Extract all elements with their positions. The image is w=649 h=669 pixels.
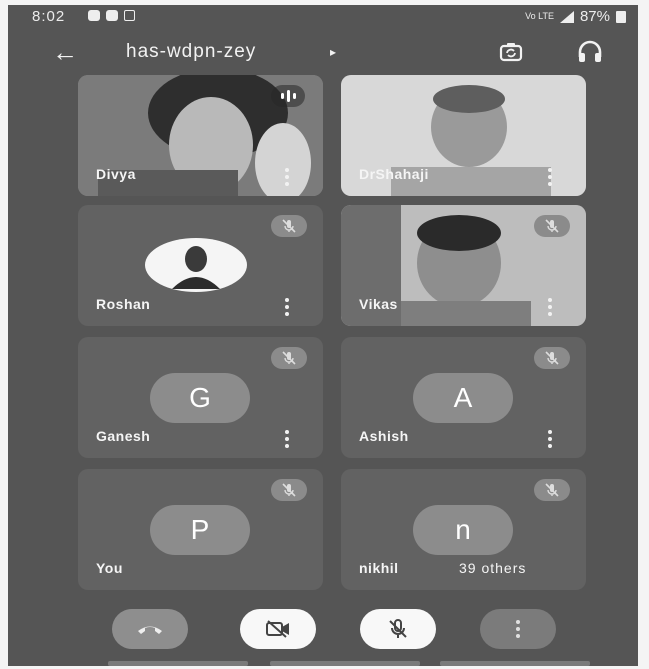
participant-tile-roshan[interactable]: Roshan (78, 205, 323, 326)
participant-menu-icon[interactable] (548, 430, 552, 448)
muted-mic-icon (534, 215, 570, 237)
end-call-icon (138, 626, 162, 634)
muted-mic-icon (271, 215, 307, 237)
participant-tile-vikas[interactable]: Vikas (341, 205, 586, 326)
nav-bar-segment (108, 661, 248, 666)
message-notification-icon (106, 10, 118, 21)
call-header: ← has-wdpn-zey ▸ (8, 33, 638, 73)
participant-menu-icon[interactable] (548, 168, 552, 186)
speaking-indicator-icon (271, 85, 305, 107)
meeting-code[interactable]: has-wdpn-zey (126, 41, 256, 63)
participant-name: DrShahaji (359, 166, 429, 182)
camera-off-icon (266, 620, 289, 638)
participant-name: Vikas (359, 296, 398, 312)
switch-camera-icon[interactable] (498, 39, 524, 65)
signal-icon (559, 10, 574, 23)
initial-avatar: G (150, 373, 250, 423)
battery-icon (616, 10, 626, 23)
participant-menu-icon[interactable] (285, 168, 289, 186)
initial-avatar: A (413, 373, 513, 423)
microphone-toggle-button[interactable] (360, 609, 436, 649)
nav-bar-segment (270, 661, 420, 666)
participant-menu-icon[interactable] (285, 430, 289, 448)
participant-name: Ashish (359, 428, 409, 444)
participant-tile-drshahaji[interactable]: DrShahaji (341, 75, 586, 196)
muted-mic-icon (534, 347, 570, 369)
more-options-button[interactable] (480, 609, 556, 649)
participant-tile-ganesh[interactable]: G Ganesh (78, 337, 323, 458)
back-arrow-icon[interactable]: ← (52, 37, 78, 67)
participant-name: Roshan (96, 296, 151, 312)
volte-label: Vo LTE (525, 11, 554, 21)
app-notification-icon (124, 10, 135, 21)
others-count[interactable]: 39 others (459, 560, 526, 576)
participant-name: You (96, 560, 123, 576)
muted-mic-icon (534, 479, 570, 501)
status-right: Vo LTE 87% (525, 8, 626, 25)
participant-tile-nikhil-others[interactable]: n nikhil 39 others (341, 469, 586, 590)
meeting-details-caret-icon[interactable]: ▸ (330, 45, 336, 59)
participant-menu-icon[interactable] (285, 298, 289, 316)
initial-avatar: n (413, 505, 513, 555)
profile-photo-avatar (145, 238, 247, 292)
participant-name: Ganesh (96, 428, 151, 444)
headset-icon[interactable] (576, 39, 604, 65)
battery-percent: 87% (579, 8, 610, 25)
status-time: 8:02 (32, 8, 66, 25)
more-vertical-icon (516, 620, 520, 638)
participant-name: nikhil (359, 560, 399, 576)
nav-bar-segment (440, 661, 590, 666)
muted-mic-icon (271, 479, 307, 501)
participant-tile-ashish[interactable]: A Ashish (341, 337, 586, 458)
notification-icons (88, 10, 135, 21)
mic-off-icon (389, 619, 407, 638)
participant-menu-icon[interactable] (548, 298, 552, 316)
meet-screen: 8:02 Vo LTE 87% ← has-wdpn-zey ▸ Divya D… (8, 5, 638, 666)
status-bar: 8:02 Vo LTE 87% (8, 5, 638, 29)
end-call-button[interactable] (112, 609, 188, 649)
camera-toggle-button[interactable] (240, 609, 316, 649)
chat-notification-icon (88, 10, 100, 21)
initial-avatar: P (150, 505, 250, 555)
participant-tile-you[interactable]: P You (78, 469, 323, 590)
muted-mic-icon (271, 347, 307, 369)
participant-tile-divya[interactable]: Divya (78, 75, 323, 196)
participant-name: Divya (96, 166, 136, 182)
